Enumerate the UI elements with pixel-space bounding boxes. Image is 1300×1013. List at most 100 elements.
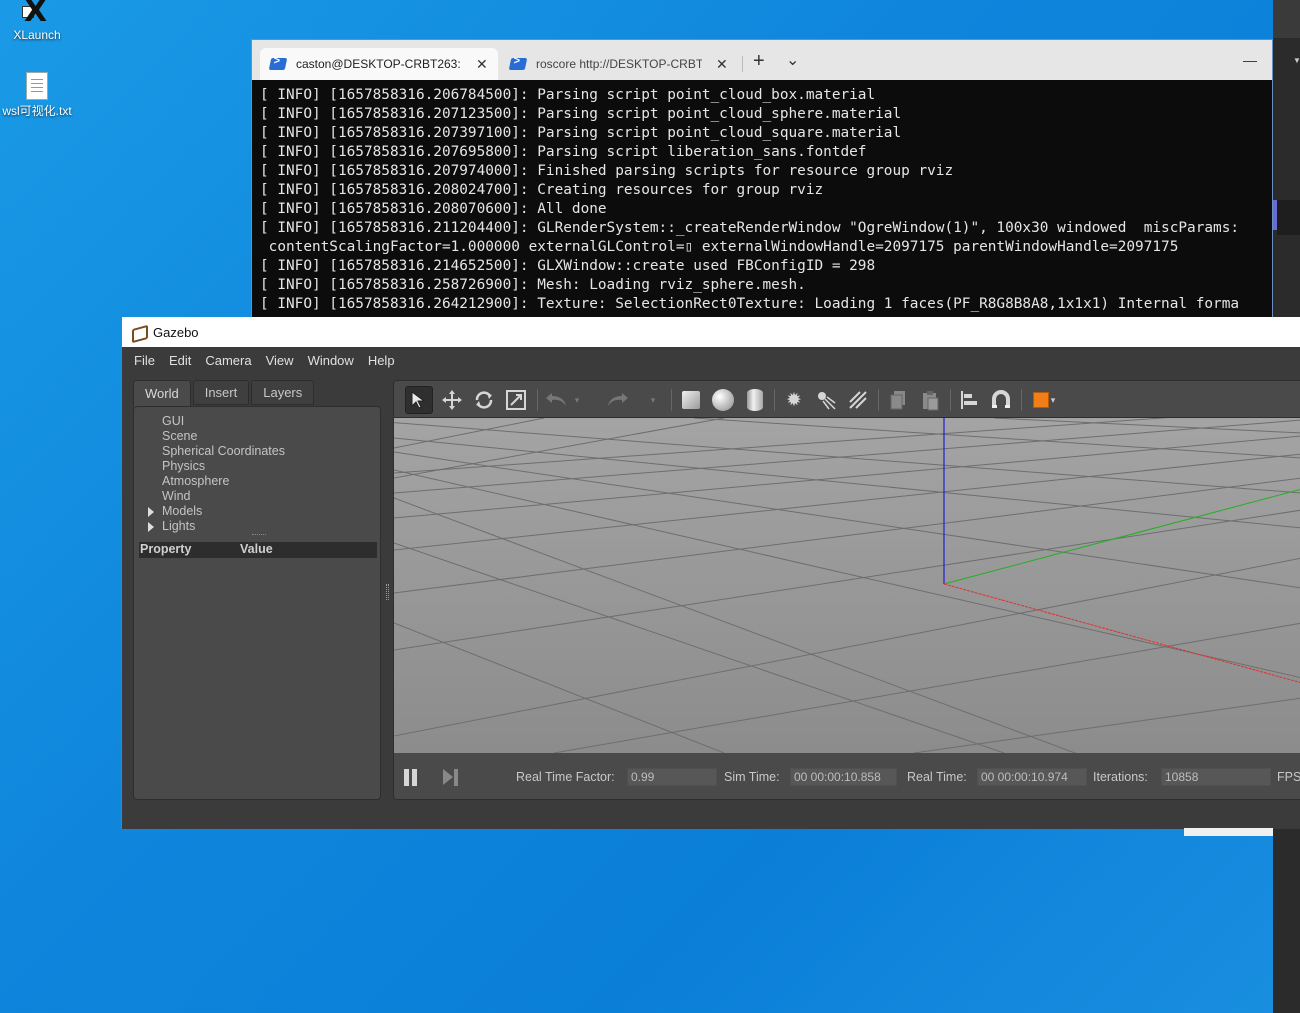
minimize-button[interactable]: —: [1243, 52, 1257, 68]
tree-item-label: Lights: [162, 519, 196, 533]
chevron-down-icon[interactable]: ▼: [1293, 56, 1300, 65]
undo-icon[interactable]: [542, 386, 570, 414]
terminal-line: contentScalingFactor=1.000000 externalGL…: [260, 239, 1179, 255]
terminal-tab-caston[interactable]: caston@DESKTOP-CRBT263: /i ✕: [260, 48, 498, 80]
tree-item-physics[interactable]: Physics: [162, 459, 285, 474]
desktop-icon-xlaunch[interactable]: X XLaunch: [0, 0, 77, 42]
real-time-factor-label: Real Time Factor:: [516, 770, 615, 784]
scale-icon[interactable]: [502, 386, 530, 414]
expand-triangle-icon[interactable]: [148, 507, 154, 517]
chevron-down-icon[interactable]: ▾: [646, 386, 660, 414]
powershell-icon: [508, 58, 528, 70]
panel-splitter[interactable]: [386, 584, 389, 600]
xlaunch-icon: X: [22, 0, 48, 29]
world-panel: GUI Scene Spherical Coordinates Physics Atmo…: [133, 406, 381, 800]
rotate-icon[interactable]: [470, 386, 498, 414]
step-icon[interactable]: [443, 769, 459, 786]
terminal-line: [ INFO] [1657858316.208070600]: All done: [260, 201, 607, 217]
tab-label: roscore http://DESKTOP-CRBT2: [536, 57, 702, 71]
tree-item-gui[interactable]: GUI: [162, 414, 285, 429]
new-tab-button[interactable]: +: [753, 50, 765, 73]
close-icon[interactable]: ✕: [716, 56, 728, 73]
world-tree: GUI Scene Spherical Coordinates Physics Atmo…: [148, 414, 285, 534]
terminal-line: [ INFO] [1657858316.207123500]: Parsing …: [260, 106, 902, 122]
menu-file[interactable]: File: [134, 353, 155, 368]
real-time-label: Real Time:: [907, 770, 967, 784]
tree-item-label: Atmosphere: [162, 474, 230, 488]
spot-light-icon[interactable]: [812, 386, 840, 414]
chevron-down-icon[interactable]: ▾: [570, 386, 584, 414]
left-panel-tabs: World Insert Layers: [133, 380, 316, 407]
tab-insert[interactable]: Insert: [192, 380, 250, 405]
tree-item-scene[interactable]: Scene: [162, 429, 285, 444]
terminal-line: [ INFO] [1657858316.206784500]: Parsing …: [260, 87, 876, 103]
window-title: Gazebo: [153, 324, 199, 340]
menu-window[interactable]: Window: [308, 353, 354, 368]
property-column-header: Property: [140, 542, 192, 556]
menu-bar: File Edit Camera View Window Help: [122, 347, 1300, 373]
tab-layers[interactable]: Layers: [251, 380, 315, 405]
align-icon[interactable]: [955, 386, 983, 414]
redo-icon[interactable]: [604, 386, 632, 414]
gazebo-logo-icon: [131, 325, 147, 339]
terminal-line: [ INFO] [1657858316.207695800]: Parsing …: [260, 144, 867, 160]
menu-view[interactable]: View: [266, 353, 294, 368]
pause-icon[interactable]: [404, 769, 418, 786]
cylinder-icon[interactable]: [741, 386, 769, 414]
render-area: ▾ ▾ ✹ ▾ Real Time Factor: 0.99 Sim Time:…: [393, 380, 1300, 800]
tab-world[interactable]: World: [133, 380, 191, 407]
tree-item-wind[interactable]: Wind: [162, 489, 285, 504]
iterations-label: Iterations:: [1093, 770, 1148, 784]
fps-label: FPS:: [1277, 770, 1300, 784]
directional-light-icon[interactable]: [844, 386, 872, 414]
simulation-status-bar: Real Time Factor: 0.99 Sim Time: 00 00:0…: [394, 753, 1300, 799]
view-angle-icon[interactable]: ▾: [1026, 386, 1062, 414]
tree-item-spherical-coordinates[interactable]: Spherical Coordinates: [162, 444, 285, 459]
paste-icon[interactable]: [916, 386, 944, 414]
sim-time-field: 00 00:00:10.858: [790, 768, 897, 786]
gazebo-titlebar[interactable]: Gazebo: [122, 317, 1300, 347]
terminal-line: [ INFO] [1657858316.264212900]: Texture:…: [260, 296, 1240, 312]
close-icon[interactable]: ✕: [476, 56, 488, 73]
tree-item-label: Models: [162, 504, 203, 518]
tree-item-atmosphere[interactable]: Atmosphere: [162, 474, 285, 489]
terminal-line: [ INFO] [1657858316.208024700]: Creating…: [260, 182, 824, 198]
gazebo-window: Gazebo File Edit Camera View Window Help Worl…: [121, 317, 1300, 829]
terminal-line: [ INFO] [1657858316.258726900]: Mesh: Lo…: [260, 277, 806, 293]
menu-camera[interactable]: Camera: [205, 353, 251, 368]
snap-icon[interactable]: [987, 386, 1015, 414]
terminal-output[interactable]: [ INFO] [1657858316.206784500]: Parsing …: [260, 86, 1272, 338]
terminal-line: [ INFO] [1657858316.214652500]: GLXWindo…: [260, 258, 876, 274]
terminal-tab-roscore[interactable]: roscore http://DESKTOP-CRBT2 ✕: [500, 48, 732, 80]
desktop-icon-label: XLaunch: [13, 28, 61, 42]
toolbar: ▾ ▾ ✹ ▾: [394, 381, 1300, 418]
3d-scene-viewport[interactable]: [394, 418, 1300, 753]
copy-icon[interactable]: [884, 386, 912, 414]
desktop-icon-label: wsl可视化.txt: [2, 104, 72, 118]
desktop-icon-wsl-txt[interactable]: wsl可视化.txt: [0, 72, 77, 119]
sim-time-label: Sim Time:: [724, 770, 780, 784]
tree-item-label: GUI: [162, 414, 185, 428]
point-light-icon[interactable]: ✹: [780, 386, 808, 414]
real-time-field: 00 00:00:10.974: [977, 768, 1087, 786]
sphere-icon[interactable]: [709, 386, 737, 414]
tree-item-label: Scene: [162, 429, 198, 443]
tree-item-lights[interactable]: Lights: [148, 519, 285, 534]
translate-icon[interactable]: [438, 386, 466, 414]
background-window-fragment: [1184, 828, 1273, 836]
menu-help[interactable]: Help: [368, 353, 395, 368]
panel-grip[interactable]: [252, 534, 266, 536]
box-icon[interactable]: [677, 386, 705, 414]
menu-edit[interactable]: Edit: [169, 353, 191, 368]
tab-dropdown-button[interactable]: ⌄: [786, 50, 799, 70]
powershell-icon: [268, 58, 288, 70]
tree-item-label: Spherical Coordinates: [162, 444, 285, 458]
tree-item-models[interactable]: Models: [148, 504, 285, 519]
terminal-window: caston@DESKTOP-CRBT263: /i ✕ roscore htt…: [251, 39, 1273, 339]
terminal-line: [ INFO] [1657858316.211204400]: GLRender…: [260, 220, 1240, 236]
select-arrow-icon[interactable]: [405, 386, 433, 414]
expand-triangle-icon[interactable]: [148, 522, 154, 532]
iterations-field: 10858: [1161, 768, 1271, 786]
real-time-factor-field: 0.99: [627, 768, 717, 786]
tab-label: caston@DESKTOP-CRBT263: /i: [296, 57, 462, 71]
